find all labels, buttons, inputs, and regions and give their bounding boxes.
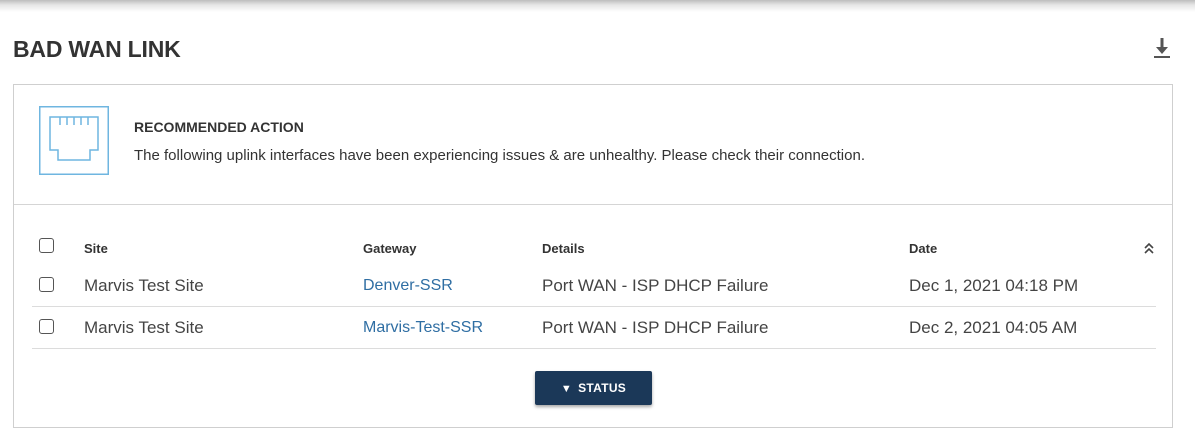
status-button-label: STATUS <box>578 381 627 395</box>
site-cell: Marvis Test Site <box>84 276 204 295</box>
triangle-down-icon: ▼ <box>560 383 573 395</box>
date-cell: Dec 2, 2021 04:05 AM <box>909 318 1078 337</box>
gateway-link[interactable]: Marvis-Test-SSR <box>363 319 483 337</box>
table-header: Site Gateway Details Date <box>32 231 1156 265</box>
uplink-table: Site Gateway Details Date Marvis Test Si… <box>32 231 1156 349</box>
row-checkbox[interactable] <box>39 319 54 334</box>
recommendation-text: The following uplink interfaces have bee… <box>134 147 865 164</box>
row-checkbox[interactable] <box>39 277 54 292</box>
panel-header: BAD WAN LINK <box>13 36 1173 64</box>
column-header-date[interactable]: Date <box>909 241 937 256</box>
status-button[interactable]: ▼ STATUS <box>535 371 652 405</box>
details-cell: Port WAN - ISP DHCP Failure <box>542 276 769 295</box>
site-cell: Marvis Test Site <box>84 318 204 337</box>
recommendation-card: RECOMMENDED ACTION The following uplink … <box>13 84 1173 428</box>
top-shadow <box>0 0 1195 12</box>
select-all-checkbox[interactable] <box>39 238 54 253</box>
recommendation-title: RECOMMENDED ACTION <box>134 119 304 135</box>
double-chevron-up-icon[interactable] <box>1142 241 1156 255</box>
gateway-link[interactable]: Denver-SSR <box>363 277 453 295</box>
details-cell: Port WAN - ISP DHCP Failure <box>542 318 769 337</box>
table-row[interactable]: Marvis Test Site Marvis-Test-SSR Port WA… <box>32 307 1156 349</box>
table-row[interactable]: Marvis Test Site Denver-SSR Port WAN - I… <box>32 265 1156 307</box>
column-header-site[interactable]: Site <box>84 241 108 256</box>
ethernet-port-icon <box>39 106 109 175</box>
date-cell: Dec 1, 2021 04:18 PM <box>909 276 1079 295</box>
column-header-details[interactable]: Details <box>542 241 585 256</box>
column-header-gateway[interactable]: Gateway <box>363 241 416 256</box>
recommendation-section: RECOMMENDED ACTION The following uplink … <box>14 85 1172 205</box>
download-icon[interactable] <box>1151 36 1173 60</box>
panel-title: BAD WAN LINK <box>13 36 181 62</box>
